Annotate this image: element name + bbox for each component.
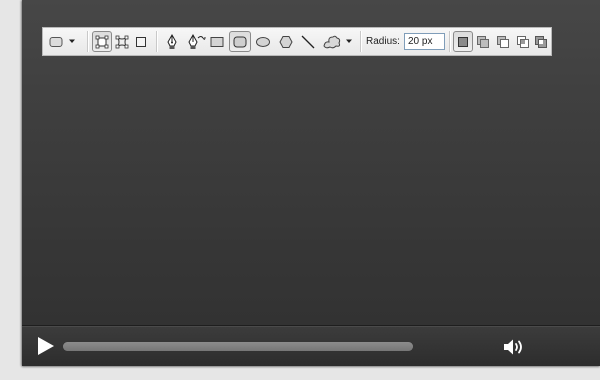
- geometry-options-arrow-icon[interactable]: [344, 31, 354, 52]
- volume-icon[interactable]: [503, 337, 527, 357]
- shape-preset-icon[interactable]: [48, 31, 64, 52]
- video-player-frame: Radius:: [22, 0, 600, 366]
- toolbar-separator: [156, 31, 158, 52]
- ellipse-tool-icon[interactable]: [254, 31, 272, 52]
- radius-input[interactable]: [404, 33, 445, 50]
- progress-bar[interactable]: [63, 342, 413, 351]
- rounded-rectangle-tool-icon[interactable]: [229, 31, 251, 52]
- pen-tool-icon[interactable]: [163, 31, 181, 52]
- freeform-pen-tool-icon[interactable]: [185, 31, 207, 52]
- add-to-shape-area-icon[interactable]: [474, 31, 492, 52]
- fill-pixels-mode-icon[interactable]: [133, 31, 149, 52]
- paths-mode-icon[interactable]: [113, 31, 131, 52]
- dropdown-arrow-icon[interactable]: [67, 31, 77, 52]
- polygon-tool-icon[interactable]: [277, 31, 295, 52]
- play-icon[interactable]: [36, 336, 56, 356]
- player-control-bar: [22, 325, 600, 366]
- line-tool-icon[interactable]: [299, 31, 317, 52]
- subtract-from-shape-area-icon[interactable]: [494, 31, 512, 52]
- shape-layers-mode-icon[interactable]: [92, 31, 112, 52]
- toolbar-separator: [360, 31, 362, 52]
- toolbar-separator: [449, 31, 451, 52]
- shape-options-toolbar: Radius:: [42, 27, 552, 56]
- intersect-shape-areas-icon[interactable]: [514, 31, 532, 52]
- toolbar-separator: [87, 31, 89, 52]
- progress-fill: [63, 342, 413, 351]
- rectangle-tool-icon[interactable]: [209, 31, 225, 52]
- exclude-overlapping-areas-icon[interactable]: [532, 31, 550, 52]
- new-shape-layer-icon[interactable]: [453, 31, 473, 52]
- radius-label: Radius:: [366, 36, 400, 47]
- custom-shape-tool-icon[interactable]: [321, 31, 343, 52]
